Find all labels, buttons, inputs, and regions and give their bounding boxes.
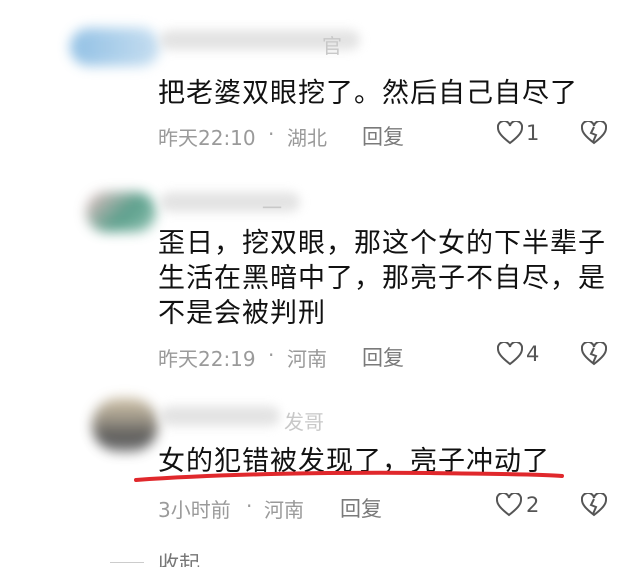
comment-item: 官 把老婆双眼挖了。然后自己自尽了 昨天22:10 · 湖北 回复 1 [0,0,640,170]
reply-button[interactable]: 回复 [362,121,404,151]
like-count: 2 [526,493,540,517]
comment-thread: 官 把老婆双眼挖了。然后自己自尽了 昨天22:10 · 湖北 回复 1 一 歪日… [0,0,640,567]
meta-separator: · [268,122,275,146]
avatar[interactable] [86,192,156,232]
comment-time: 昨天22:10 [158,126,256,150]
comment-text: 把老婆双眼挖了。然后自己自尽了 [158,78,578,109]
comment-text: 歪日，挖双眼，那这个女的下半辈子生活在黑暗中了，那亮子不自尽，是不是会被判刑 [158,228,606,329]
comment-time: 昨天22:19 [158,347,256,371]
comment-location: 湖北 [287,126,327,150]
meta-separator: · [268,343,275,367]
collapse-divider [110,562,144,563]
reply-button[interactable]: 回复 [340,493,382,523]
reply-button[interactable]: 回复 [362,342,404,372]
collapse-button[interactable]: 收起 [158,548,200,567]
like-icon[interactable] [497,342,523,366]
comment-item: 一 歪日，挖双眼，那这个女的下半辈子生活在黑暗中了，那亮子不自尽，是不是会被判刑… [0,170,640,380]
comment-time: 3小时前 [158,498,231,522]
avatar[interactable] [92,398,158,452]
like-icon[interactable] [497,121,523,145]
comment-item: 发哥 女的犯错被发现了，亮子冲动了 3小时前 · 河南 回复 2 [0,380,640,530]
comment-location: 河南 [264,498,304,522]
dislike-icon[interactable] [581,342,607,366]
username-partial: 发哥 [284,410,324,434]
like-count: 1 [526,121,540,145]
avatar[interactable] [70,28,160,66]
dislike-icon[interactable] [581,121,607,145]
username-partial: 一 [262,196,282,220]
like-icon[interactable] [496,493,522,517]
dislike-icon[interactable] [581,493,607,517]
like-count: 4 [526,342,540,366]
username-blurred[interactable] [160,406,280,426]
comment-location: 河南 [287,347,327,371]
username-partial: 官 [322,34,342,58]
meta-separator: · [246,494,253,518]
red-underline-annotation [134,470,564,482]
